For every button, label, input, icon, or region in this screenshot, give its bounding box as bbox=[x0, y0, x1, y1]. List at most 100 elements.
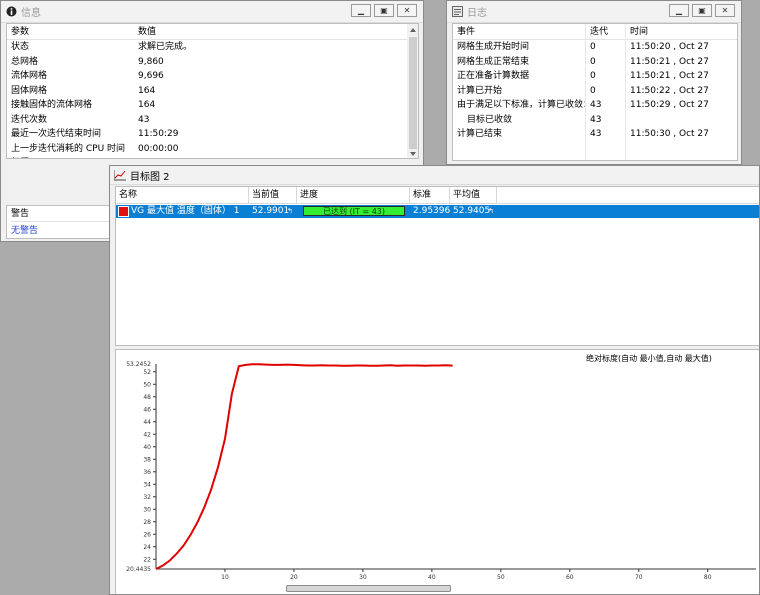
y-tick-label: 48 bbox=[143, 394, 151, 401]
column-header-event[interactable]: 事件 bbox=[457, 25, 475, 39]
info-scrollbar[interactable] bbox=[407, 24, 418, 158]
y-tick-label: 34 bbox=[143, 481, 151, 488]
info-value: 9,860 bbox=[138, 56, 164, 67]
restore-button[interactable]: ▣ bbox=[692, 4, 712, 17]
log-row[interactable]: 由于满足以下标准，计算已收敛： 43 11:50:29 , Oct 27 bbox=[453, 98, 737, 112]
log-iter: 0 bbox=[590, 42, 596, 52]
info-param: 总网格 bbox=[11, 56, 39, 67]
info-row[interactable]: 状态 求解已完成。 bbox=[7, 40, 407, 54]
goal-chart: 22 24 26 28 30 32 34 36 38 40 42 44 46 48 50 5253.2452 2… bbox=[126, 361, 756, 581]
log-iter: 43 bbox=[590, 100, 602, 110]
scroll-thumb[interactable] bbox=[409, 37, 417, 149]
scroll-down-icon[interactable] bbox=[410, 152, 416, 156]
info-row[interactable]: 固体网格 164 bbox=[7, 84, 407, 98]
info-value: 164 bbox=[138, 100, 156, 110]
info-value: 164 bbox=[138, 85, 156, 96]
warnings-value[interactable]: 无警告 bbox=[11, 224, 38, 238]
minimize-icon: ▁ bbox=[357, 5, 365, 15]
log-row[interactable]: 计算已开始 0 11:50:22 , Oct 27 bbox=[453, 84, 737, 98]
y-tick-label: 24 bbox=[143, 544, 151, 551]
column-divider bbox=[585, 24, 586, 160]
y-tick-label: 44 bbox=[143, 419, 151, 426]
x-tick-label: 10 bbox=[221, 574, 229, 581]
info-param: 上一步迭代消耗的 CPU 时间 bbox=[11, 143, 126, 154]
info-row[interactable]: 接触固体的流体网格 164 bbox=[7, 98, 407, 112]
y-tick-label: 50 bbox=[143, 381, 151, 388]
goal-progress-bar: 已达到 (IT = 43) bbox=[303, 206, 405, 216]
log-titlebar[interactable]: 日志 ▁ ▣ ✕ bbox=[447, 1, 741, 23]
info-param: 行程 bbox=[11, 156, 29, 158]
log-event: 目标已收敛 bbox=[467, 114, 513, 125]
minimize-button[interactable]: ▁ bbox=[669, 4, 689, 17]
log-iter: 0 bbox=[590, 71, 596, 81]
log-icon bbox=[451, 6, 463, 18]
goal-titlebar[interactable]: 目标图 2 bbox=[110, 166, 759, 185]
goal-criterion: 2.95396 bbox=[413, 206, 451, 216]
minimize-button[interactable]: ▁ bbox=[351, 4, 371, 17]
log-event: 网格生成开始时间 bbox=[457, 42, 530, 52]
log-time: 11:50:30 , Oct 27 bbox=[630, 129, 709, 139]
x-tick-label: 30 bbox=[359, 574, 367, 581]
goal-plot-window: 目标图 2 名称 当前值 进度 标准 平均值 VG 最大值 温度（固体） 1 5… bbox=[109, 165, 760, 595]
info-titlebar[interactable]: 信息 ▁ ▣ ✕ bbox=[1, 1, 423, 23]
log-iter: 43 bbox=[590, 129, 602, 139]
y-tick-label: 32 bbox=[143, 494, 151, 501]
info-row[interactable]: 流体网格 9,696 bbox=[7, 69, 407, 83]
x-tick-label: 40 bbox=[428, 574, 436, 581]
goal-table: 名称 当前值 进度 标准 平均值 VG 最大值 温度（固体） 1 52.9901… bbox=[115, 186, 759, 346]
column-header-name[interactable]: 名称 bbox=[116, 187, 249, 203]
info-row[interactable]: 上一步迭代消耗的 CPU 时间 00:00:00 bbox=[7, 142, 407, 156]
y-tick-label: 52 bbox=[143, 369, 151, 376]
column-header-criterion[interactable]: 标准 bbox=[410, 187, 450, 203]
column-header-value[interactable]: 数值 bbox=[138, 25, 156, 39]
close-icon: ✕ bbox=[721, 5, 729, 15]
info-row[interactable]: 行程 bbox=[7, 156, 407, 158]
log-row[interactable]: 目标已收敛 43 bbox=[453, 113, 737, 127]
log-iter: 0 bbox=[590, 56, 596, 67]
log-window-title: 日志 bbox=[467, 8, 487, 19]
info-param: 最近一次迭代结束时间 bbox=[11, 129, 102, 139]
log-time: 11:50:21 , Oct 27 bbox=[630, 71, 709, 81]
minimize-icon: ▁ bbox=[675, 5, 683, 15]
info-window-title: 信息 bbox=[21, 8, 41, 19]
log-row[interactable]: 网格生成开始时间 0 11:50:20 , Oct 27 bbox=[453, 40, 737, 54]
goal-current-value: 52.9901 bbox=[252, 206, 290, 216]
column-header-time[interactable]: 时间 bbox=[630, 25, 648, 39]
column-header-progress[interactable]: 进度 bbox=[297, 187, 410, 203]
info-param: 流体网格 bbox=[11, 71, 48, 81]
info-row[interactable]: 最近一次迭代结束时间 11:50:29 bbox=[7, 127, 407, 141]
info-value: 00:00:00 bbox=[138, 143, 179, 154]
column-header-current[interactable]: 当前值 bbox=[249, 187, 297, 203]
plot-horizontal-scrollbar[interactable] bbox=[286, 585, 451, 592]
log-time: 11:50:29 , Oct 27 bbox=[630, 100, 709, 110]
trend-icon: ↰ bbox=[287, 207, 293, 215]
column-header-param[interactable]: 参数 bbox=[11, 25, 29, 39]
trend-icon: ↰ bbox=[488, 207, 494, 215]
log-row[interactable]: 正在准备计算数据 0 11:50:21 , Oct 27 bbox=[453, 69, 737, 83]
close-button[interactable]: ✕ bbox=[397, 4, 417, 17]
scroll-up-icon[interactable] bbox=[410, 28, 416, 32]
log-event: 网格生成正常结束 bbox=[457, 56, 530, 67]
info-table-header: 参数 数值 bbox=[7, 25, 407, 40]
goal-progress-label: 已达到 (IT = 43) bbox=[323, 207, 385, 216]
goal-color-swatch bbox=[118, 206, 129, 217]
info-row[interactable]: 迭代次数 43 bbox=[7, 113, 407, 127]
y-min-label: 20.4435 bbox=[126, 566, 151, 573]
log-row[interactable]: 网格生成正常结束 0 11:50:21 , Oct 27 bbox=[453, 55, 737, 69]
column-header-iteration[interactable]: 迭代 bbox=[590, 25, 608, 39]
log-time: 11:50:20 , Oct 27 bbox=[630, 42, 709, 52]
y-tick-label: 30 bbox=[143, 506, 151, 513]
log-table-header: 事件 迭代 时间 bbox=[453, 25, 737, 40]
log-row[interactable]: 计算已结束 43 11:50:30 , Oct 27 bbox=[453, 127, 737, 141]
plot-area: 绝对标度(自动 最小值,自动 最大值) 22 24 26 28 30 32 34 36 38 40… bbox=[115, 349, 759, 594]
x-tick-label: 80 bbox=[704, 574, 712, 581]
log-event: 正在准备计算数据 bbox=[457, 71, 530, 81]
close-button[interactable]: ✕ bbox=[715, 4, 735, 17]
info-row[interactable]: 总网格 9,860 bbox=[7, 55, 407, 69]
goal-row[interactable]: VG 最大值 温度（固体） 1 52.9901 ↰ 已达到 (IT = 43) … bbox=[116, 205, 759, 218]
log-event: 计算已开始 bbox=[457, 85, 503, 96]
restore-button[interactable]: ▣ bbox=[374, 4, 394, 17]
column-header-average[interactable]: 平均值 bbox=[450, 187, 497, 203]
chart-icon bbox=[114, 169, 126, 181]
log-iter: 43 bbox=[590, 114, 602, 125]
